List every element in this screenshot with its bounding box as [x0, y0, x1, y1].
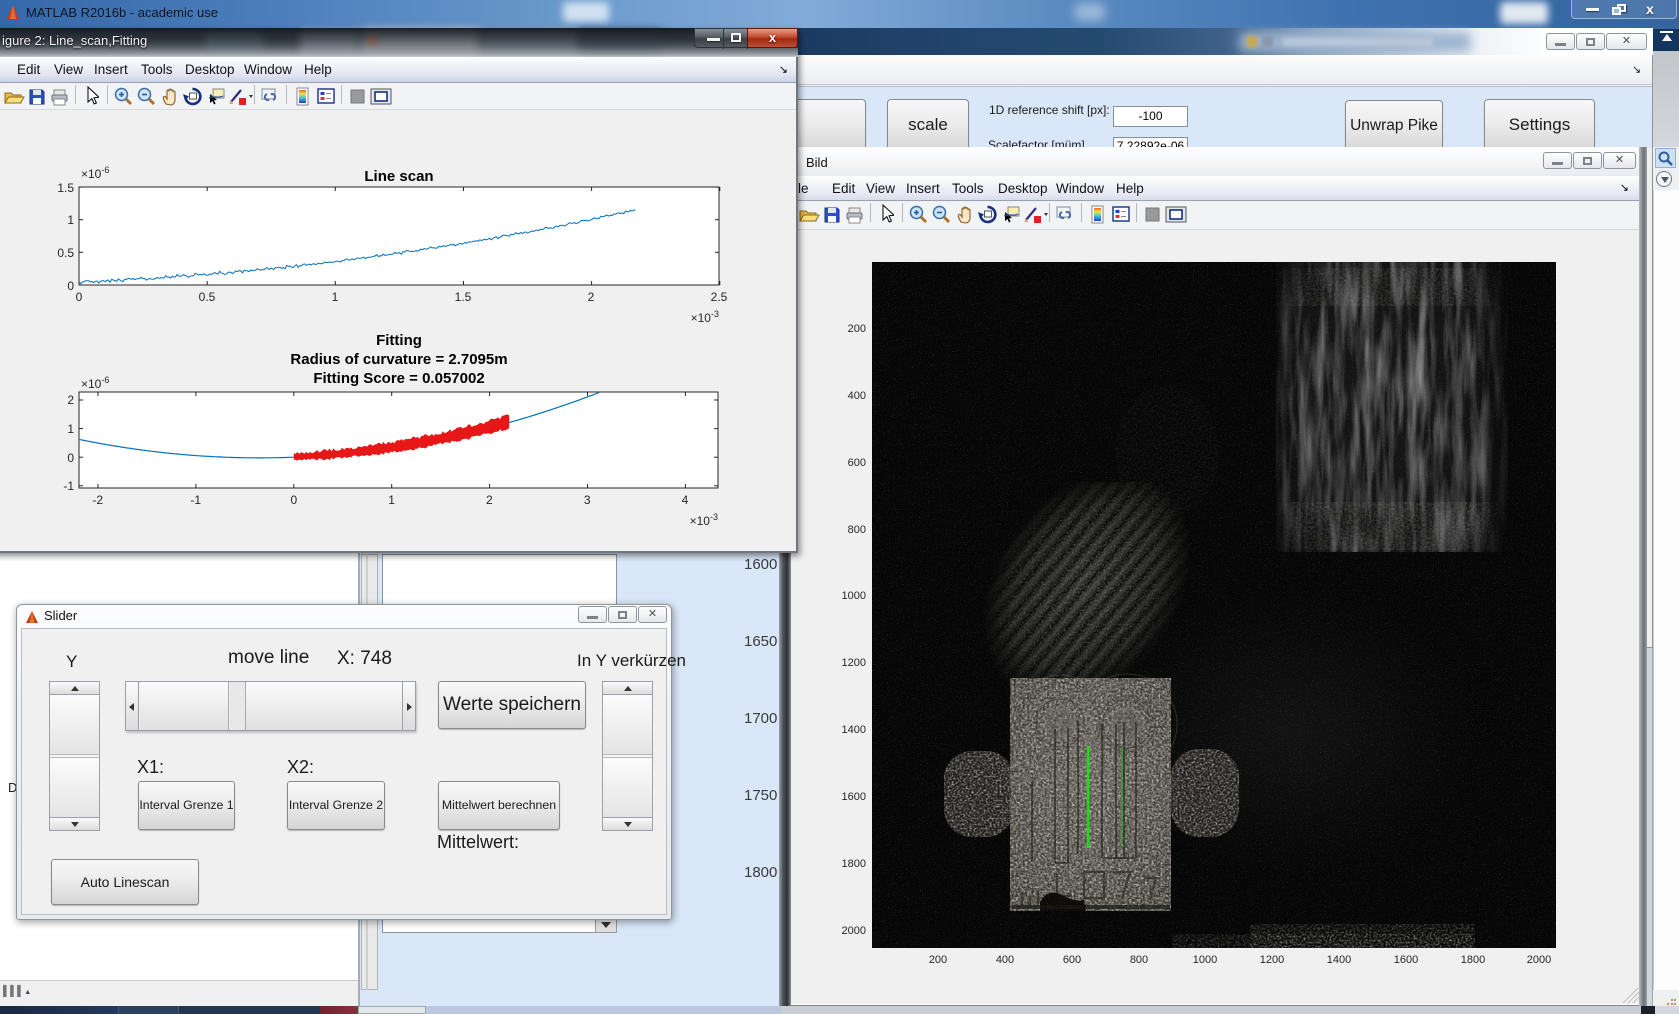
svg-text:×10-6: ×10-6: [81, 375, 109, 391]
svg-text:0: 0: [67, 279, 74, 293]
svg-text:1.5: 1.5: [455, 290, 472, 304]
svg-text:2: 2: [588, 290, 595, 304]
svg-text:2: 2: [67, 393, 74, 407]
svg-text:1: 1: [67, 213, 74, 227]
svg-text:0: 0: [67, 451, 74, 465]
svg-text:Radius of curvature = 2.7095m: Radius of curvature = 2.7095m: [290, 351, 507, 368]
svg-text:×10-6: ×10-6: [81, 165, 109, 181]
svg-text:×10-3: ×10-3: [691, 309, 719, 325]
svg-text:1: 1: [388, 493, 395, 507]
svg-text:0.5: 0.5: [57, 246, 74, 260]
svg-text:-1: -1: [63, 479, 74, 493]
svg-text:1: 1: [332, 290, 339, 304]
svg-text:2: 2: [486, 493, 493, 507]
svg-text:1.5: 1.5: [57, 181, 74, 195]
svg-text:3: 3: [584, 493, 591, 507]
svg-text:Fitting Score = 0.057002: Fitting Score = 0.057002: [313, 370, 484, 387]
svg-text:4: 4: [682, 493, 689, 507]
svg-text:×10-3: ×10-3: [690, 512, 718, 528]
svg-text:Fitting: Fitting: [376, 332, 422, 349]
svg-text:0: 0: [76, 290, 83, 304]
svg-text:0: 0: [290, 493, 297, 507]
svg-text:Line scan: Line scan: [364, 168, 433, 185]
svg-text:2.5: 2.5: [711, 290, 728, 304]
svg-text:-2: -2: [92, 493, 103, 507]
svg-text:-1: -1: [190, 493, 201, 507]
svg-text:1: 1: [67, 422, 74, 436]
svg-text:0.5: 0.5: [199, 290, 216, 304]
